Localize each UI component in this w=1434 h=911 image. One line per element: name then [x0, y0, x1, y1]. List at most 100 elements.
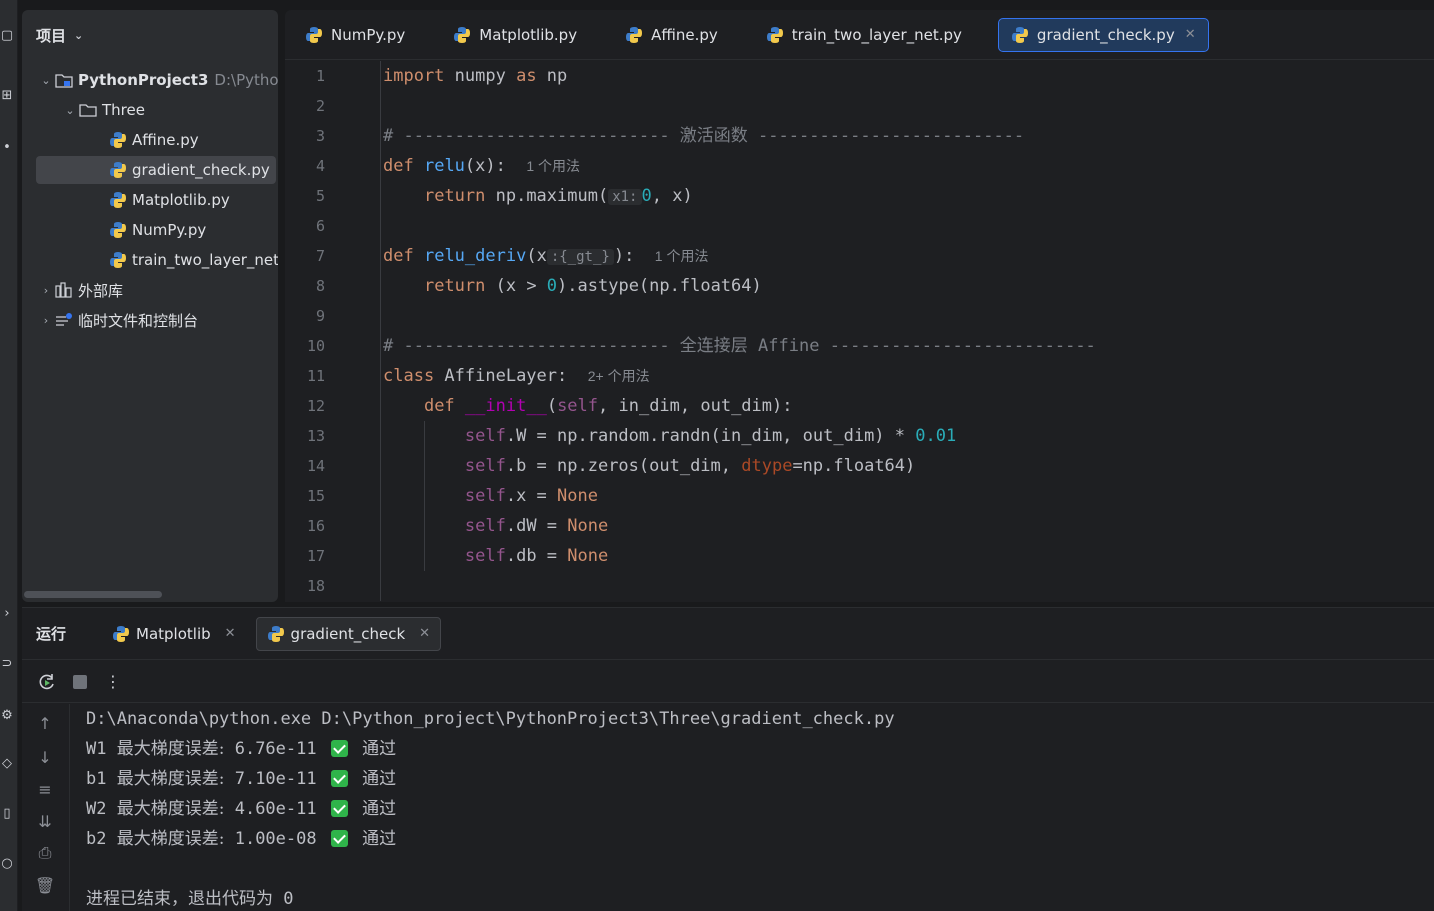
tab-affine[interactable]: Affine.py — [613, 18, 730, 52]
editor-panel: NumPy.py Matplotlib.py Affine.py train_t… — [285, 10, 1434, 602]
indent-guide — [380, 61, 381, 601]
tab-label: Matplotlib.py — [479, 25, 578, 44]
run-tabs: 运行 Matplotlib ✕ gradient_check ✕ — [22, 608, 1434, 660]
line-number: 17 — [306, 547, 325, 565]
line-number: 18 — [306, 577, 325, 595]
tree-folder-three[interactable]: ⌄ Three — [22, 96, 278, 124]
python-console-icon[interactable]: ⊃ — [0, 652, 14, 674]
run-toolbar: ⋮ — [22, 661, 1434, 703]
run-tab-label: gradient_check — [290, 624, 406, 643]
console-row: b2 最大梯度误差: 1.00e-08 通过 — [86, 829, 397, 849]
console-row: W1 最大梯度误差: 6.76e-11 通过 — [86, 739, 397, 759]
close-icon[interactable]: ✕ — [225, 626, 236, 641]
project-root-name: PythonProject3 — [78, 71, 209, 89]
project-tool-icon[interactable]: ▢ — [0, 24, 14, 46]
tree-file-selected[interactable]: gradient_check.py — [36, 156, 276, 184]
console-exit-message: 进程已结束，退出代码为 0 — [86, 889, 294, 909]
more-tools-icon[interactable]: • — [0, 136, 14, 158]
code-line: def relu(x): 1 个用法 — [383, 156, 581, 176]
close-icon[interactable]: ✕ — [419, 626, 430, 641]
code-line: def __init__(self, in_dim, out_dim): — [423, 396, 793, 416]
arrow-up-icon[interactable]: ↑ — [34, 712, 56, 734]
tree-file[interactable]: Matplotlib.py — [22, 186, 278, 214]
python-file-icon — [108, 191, 128, 209]
usage-hint[interactable]: 1 个用法 — [526, 158, 580, 174]
code-line: import numpy as np — [383, 66, 568, 86]
tree-external-libs[interactable]: › 外部库 — [22, 276, 278, 304]
tree-root[interactable]: ⌄ PythonProject3 D:\Pythor — [22, 66, 278, 94]
check-icon — [330, 830, 348, 847]
structure-tool-icon[interactable]: ⊞ — [0, 84, 14, 106]
python-file-icon — [305, 26, 323, 44]
print-icon[interactable]: ⎙ — [34, 842, 56, 864]
arrow-down-icon[interactable]: ↓ — [34, 746, 56, 768]
chevron-down-icon[interactable]: ⌄ — [74, 29, 83, 42]
activity-bar: ▢ ⊞ • › ⊃ ⚙ ◇ ▯ ○ — [0, 0, 18, 911]
inlay-hint: :{_gt_} — [546, 249, 614, 265]
run-tool-icon[interactable]: › — [0, 602, 14, 624]
code-line: self.x = None — [464, 486, 598, 506]
python-file-icon — [108, 131, 128, 149]
run-panel: 运行 Matplotlib ✕ gradient_check ✕ ⋮ ↑ ↓ ≡… — [22, 607, 1434, 911]
more-vertical-icon[interactable]: ⋮ — [102, 671, 124, 693]
line-number: 6 — [315, 217, 325, 235]
project-folder-icon — [54, 72, 74, 88]
problems-icon[interactable]: ○ — [0, 852, 14, 874]
file-name: train_two_layer_net. — [132, 251, 278, 269]
python-file-icon — [108, 221, 128, 239]
tree-file[interactable]: Affine.py — [22, 126, 278, 154]
code-line: class AffineLayer: 2+ 个用法 — [383, 366, 650, 386]
project-header[interactable]: 项目 ⌄ — [22, 10, 278, 60]
line-number: 5 — [315, 187, 325, 205]
usage-hint[interactable]: 1 个用法 — [655, 248, 709, 264]
line-gutter: 1 2 3 4 5 6 7 8 9 10 11 12 13 14 15 16 1… — [285, 61, 380, 602]
chevron-right-icon[interactable]: › — [38, 314, 54, 327]
external-libs-label: 外部库 — [78, 281, 124, 300]
chevron-down-icon[interactable]: ⌄ — [38, 74, 54, 87]
chevron-right-icon[interactable]: › — [38, 284, 54, 297]
run-title: 运行 — [36, 625, 67, 643]
tab-numpy[interactable]: NumPy.py — [293, 18, 417, 52]
project-panel: 项目 ⌄ ⌄ PythonProject3 D:\Pythor ⌄ Three … — [22, 10, 278, 602]
tab-gradient-check[interactable]: gradient_check.py ✕ — [997, 17, 1209, 52]
scroll-to-end-icon[interactable]: ⇊ — [34, 810, 56, 832]
code-comment: # -------------------------- 全连接层 Affine… — [383, 336, 1096, 356]
code-area[interactable]: import numpy as np # -------------------… — [380, 61, 1434, 602]
trash-icon[interactable]: 🗑 — [34, 874, 56, 896]
line-number: 4 — [315, 157, 325, 175]
tab-train-two-layer-net[interactable]: train_two_layer_net.py — [754, 18, 974, 52]
terminal-icon[interactable]: ▯ — [0, 802, 14, 824]
tree-file[interactable]: NumPy.py — [22, 216, 278, 244]
usage-hint[interactable]: 2+ 个用法 — [588, 368, 650, 384]
stop-icon[interactable] — [69, 671, 91, 693]
chevron-down-icon[interactable]: ⌄ — [62, 104, 78, 117]
close-icon[interactable]: ✕ — [1185, 27, 1196, 42]
code-line: self.b = np.zeros(out_dim, dtype=np.floa… — [464, 456, 916, 476]
scratches-label: 临时文件和控制台 — [78, 311, 199, 330]
scratches-icon — [54, 312, 74, 328]
run-tab-label: Matplotlib — [136, 624, 211, 643]
console-row: W2 最大梯度误差: 4.60e-11 通过 — [86, 799, 397, 819]
run-tab-matplotlib[interactable]: Matplotlib ✕ — [102, 617, 246, 651]
python-file-icon — [112, 625, 130, 643]
folder-name: Three — [102, 101, 145, 119]
tab-matplotlib[interactable]: Matplotlib.py — [441, 18, 589, 52]
code-line: self.W = np.random.randn(in_dim, out_dim… — [464, 426, 957, 446]
file-name: Matplotlib.py — [132, 191, 230, 209]
line-number: 7 — [315, 247, 325, 265]
rerun-icon[interactable] — [36, 671, 58, 693]
line-number: 9 — [315, 307, 325, 325]
horizontal-scrollbar[interactable] — [24, 591, 162, 598]
tree-scratches[interactable]: › 临时文件和控制台 — [22, 306, 278, 334]
tree-file[interactable]: train_two_layer_net. — [22, 246, 278, 274]
run-tab-gradient-check[interactable]: gradient_check ✕ — [255, 616, 442, 651]
tab-label: gradient_check.py — [1036, 25, 1175, 44]
packages-icon[interactable]: ⚙ — [0, 704, 14, 726]
console-output[interactable]: D:\Anaconda\python.exe D:\Python_project… — [86, 704, 1434, 911]
code-comment: # -------------------------- 激活函数 ------… — [383, 126, 1025, 146]
console-row: b1 最大梯度误差: 7.10e-11 通过 — [86, 769, 397, 789]
line-number: 1 — [315, 67, 325, 85]
code-line: self.dW = None — [464, 516, 609, 536]
services-icon[interactable]: ◇ — [0, 752, 14, 774]
soft-wrap-icon[interactable]: ≡ — [34, 778, 56, 800]
